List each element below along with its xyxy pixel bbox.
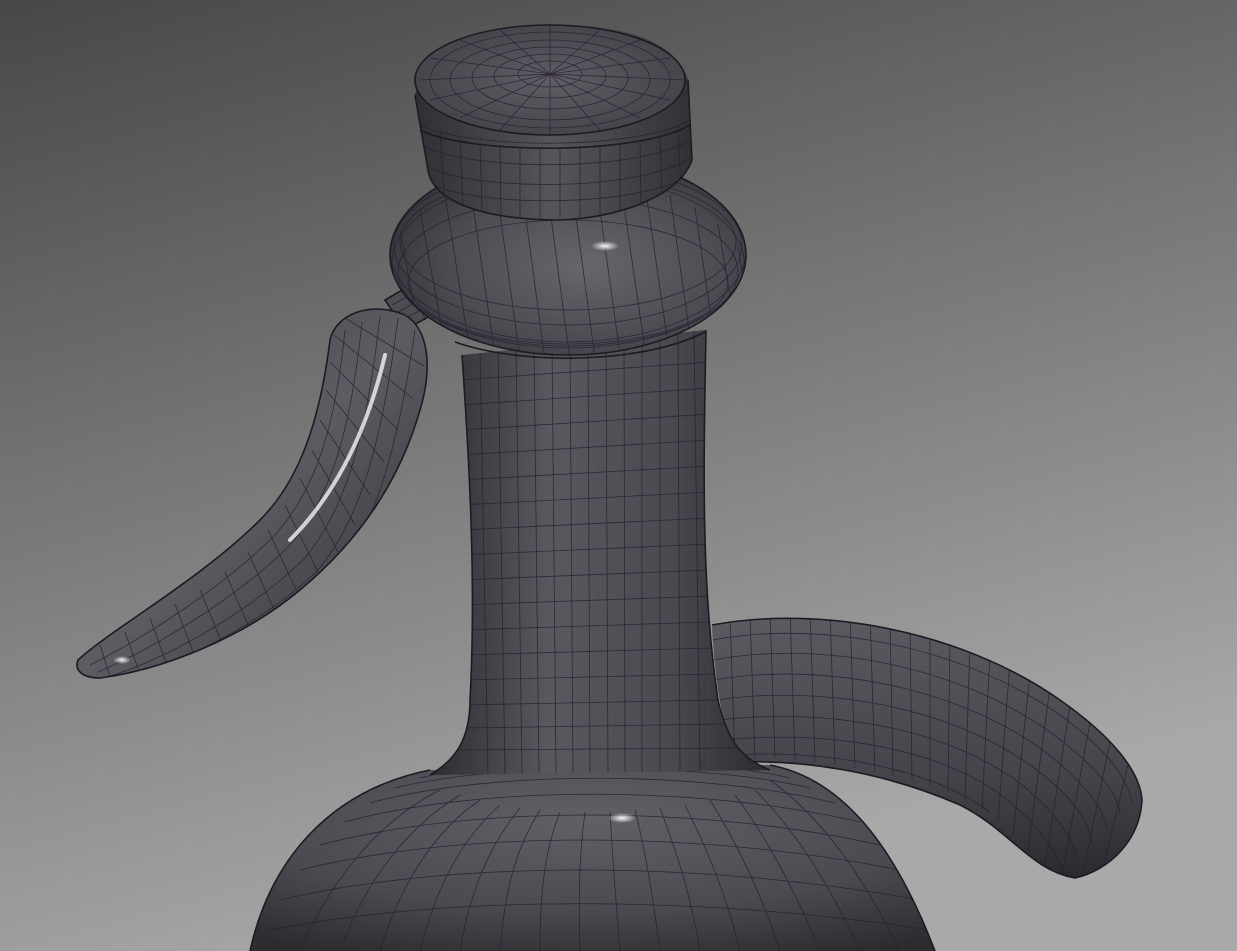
3d-viewport[interactable] [0, 0, 1237, 951]
viewport-canvas[interactable] [0, 0, 1237, 951]
cap[interactable] [414, 24, 693, 221]
body-specular-highlight [608, 813, 636, 823]
collar-specular-highlight [591, 241, 619, 251]
lever-tip-highlight [113, 656, 131, 664]
